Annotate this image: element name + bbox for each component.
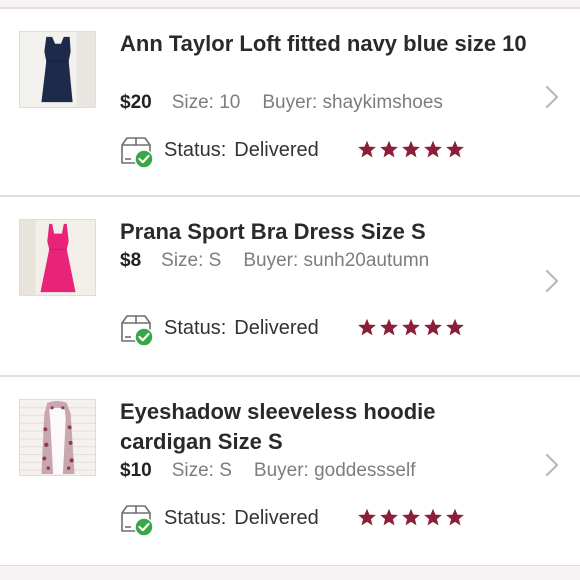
status-value: Delivered <box>234 507 319 529</box>
item-thumbnail[interactable] <box>19 219 96 296</box>
status-label: Status: <box>164 317 227 339</box>
item-buyer: Buyer: shaykimshoes <box>262 92 443 113</box>
item-buyer: Buyer: sunh20autumn <box>243 250 430 271</box>
item-meta: $8 Size: S Buyer: sunh20autumn <box>120 247 429 275</box>
star-icon <box>358 318 376 336</box>
item-meta: $20 Size: 10 Buyer: shaykimshoes <box>120 89 443 117</box>
star-icon <box>402 318 420 336</box>
status-row: Status: Delivered <box>119 313 479 347</box>
order-item[interactable]: Prana Sport Bra Dress Size S $8 Size: S Bu… <box>0 196 580 376</box>
item-thumbnail[interactable] <box>19 399 96 476</box>
item-size: Size: S <box>171 460 232 481</box>
order-item[interactable]: Ann Taylor Loft fitted navy blue size 10… <box>0 8 580 196</box>
status-row: Status: Delivered <box>119 135 479 169</box>
patterned-cardigan-photo-icon <box>20 400 95 475</box>
status-value: Delivered <box>234 139 319 161</box>
chevron-right-icon[interactable] <box>545 269 559 293</box>
item-price: $8 <box>120 250 142 271</box>
item-size: Size: S <box>161 250 222 271</box>
item-size: Size: 10 <box>171 92 241 113</box>
star-icon <box>402 508 420 526</box>
status-row: Status: Delivered <box>119 503 479 537</box>
star-icon <box>446 508 464 526</box>
star-icon <box>380 508 398 526</box>
item-price: $20 <box>120 92 152 113</box>
status-text: Status: Delivered <box>164 505 319 531</box>
item-title[interactable]: Prana Sport Bra Dress Size S <box>120 217 530 247</box>
order-item[interactable]: Eyeshadow sleeveless hoodie cardigan Siz… <box>0 376 580 566</box>
delivered-box-icon <box>121 137 154 169</box>
pink-dress-photo-icon <box>20 220 95 295</box>
star-icon <box>380 318 398 336</box>
star-icon <box>358 508 376 526</box>
delivered-box-icon <box>121 315 154 347</box>
item-price: $10 <box>120 460 152 481</box>
list-top-edge <box>0 0 580 8</box>
chevron-right-icon[interactable] <box>545 85 559 109</box>
navy-dress-photo-icon <box>20 32 95 107</box>
status-text: Status: Delivered <box>164 137 319 163</box>
item-thumbnail[interactable] <box>19 31 96 108</box>
star-icon <box>446 318 464 336</box>
status-text: Status: Delivered <box>164 315 319 341</box>
star-icon <box>446 140 464 158</box>
star-rating <box>357 140 467 160</box>
star-icon <box>358 140 376 158</box>
star-icon <box>402 140 420 158</box>
star-icon <box>380 140 398 158</box>
chevron-right-icon[interactable] <box>545 453 559 477</box>
item-title[interactable]: Eyeshadow sleeveless hoodie cardigan Siz… <box>120 397 530 457</box>
item-meta: $10 Size: S Buyer: goddessself <box>120 457 416 485</box>
status-label: Status: <box>164 139 227 161</box>
delivered-box-icon <box>121 505 154 537</box>
star-icon <box>424 508 442 526</box>
star-icon <box>424 318 442 336</box>
star-rating <box>357 508 467 528</box>
star-icon <box>424 140 442 158</box>
status-value: Delivered <box>234 317 319 339</box>
item-buyer: Buyer: goddessself <box>253 460 416 481</box>
item-title[interactable]: Ann Taylor Loft fitted navy blue size 10 <box>120 29 530 59</box>
star-rating <box>357 318 467 338</box>
status-label: Status: <box>164 507 227 529</box>
